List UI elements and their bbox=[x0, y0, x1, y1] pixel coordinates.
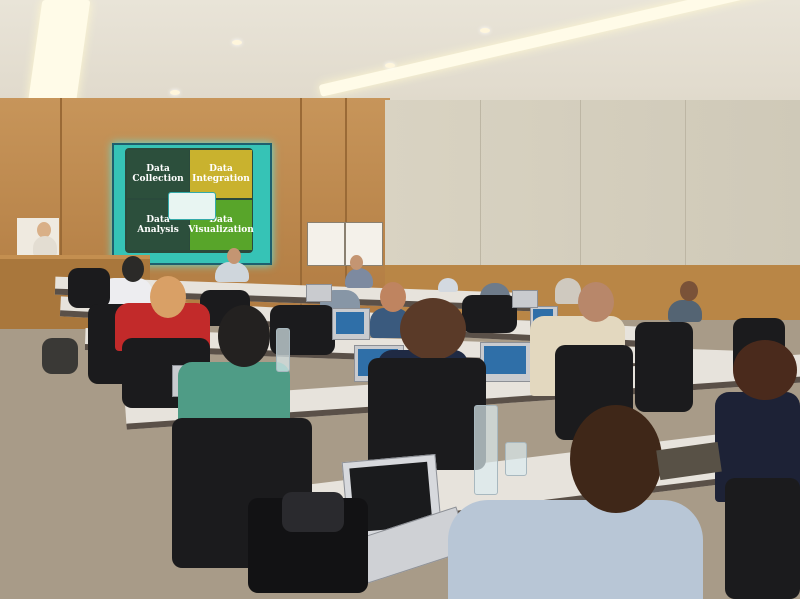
ceiling-downlight bbox=[170, 90, 180, 95]
ceiling-downlight bbox=[385, 63, 395, 68]
office-chair bbox=[635, 322, 693, 412]
office-chair bbox=[368, 358, 486, 470]
attendee bbox=[438, 278, 458, 292]
attendee bbox=[345, 268, 373, 288]
attendee-head bbox=[380, 282, 406, 312]
slide-center-box bbox=[168, 192, 216, 220]
backpack bbox=[42, 338, 78, 374]
drinking-glass bbox=[505, 442, 527, 476]
attendee-head bbox=[122, 256, 144, 282]
attendee-head bbox=[733, 340, 797, 400]
ceiling-downlight bbox=[480, 28, 490, 33]
classroom-photo: Data Collection Data Integration Data An… bbox=[0, 0, 800, 599]
office-chair bbox=[68, 268, 110, 308]
slide-quadrant-integration: Data Integration bbox=[190, 150, 252, 198]
laptop-screen bbox=[336, 312, 364, 334]
attendee-curly-hair bbox=[400, 298, 466, 360]
water-bottle bbox=[474, 405, 498, 495]
attendee bbox=[215, 262, 249, 282]
attendee bbox=[668, 300, 702, 322]
ceiling-downlight bbox=[232, 40, 242, 45]
laptop bbox=[512, 290, 538, 308]
slide-quadrant-collection: Data Collection bbox=[127, 150, 189, 198]
black-cap bbox=[282, 492, 344, 532]
flipchart-left bbox=[307, 222, 345, 266]
attendee-head bbox=[150, 276, 186, 318]
attendee-head bbox=[218, 305, 270, 367]
office-chair-foreground bbox=[725, 478, 800, 599]
attendee-head bbox=[350, 255, 363, 270]
office-chair bbox=[462, 295, 517, 333]
attendee-head bbox=[578, 282, 614, 322]
attendee-blue-shirt-foreground bbox=[448, 500, 703, 599]
attendee-head-foreground bbox=[570, 405, 662, 513]
attendee-head bbox=[680, 281, 698, 301]
laptop bbox=[306, 284, 332, 302]
presenter bbox=[33, 236, 57, 256]
laptop-screen bbox=[484, 346, 526, 374]
water-bottle bbox=[276, 328, 290, 372]
attendee-head bbox=[227, 248, 241, 264]
